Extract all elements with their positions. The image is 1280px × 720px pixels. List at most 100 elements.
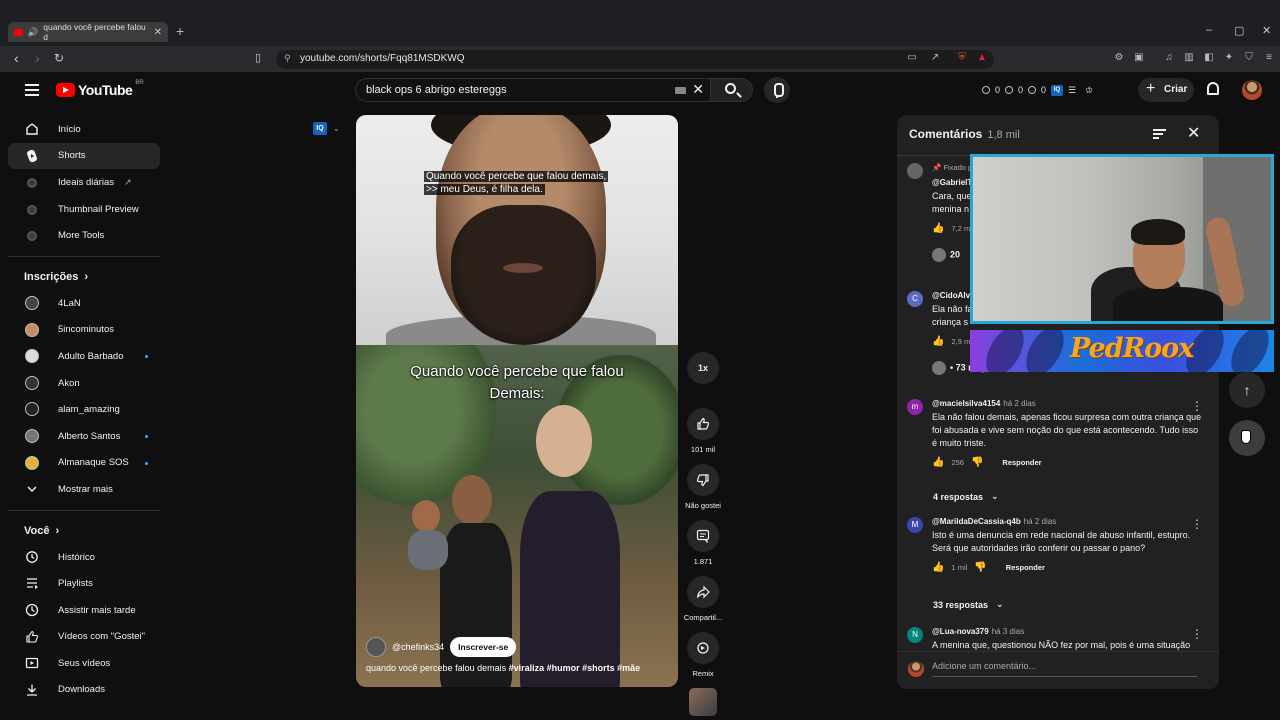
- music-icon[interactable]: ♫: [1163, 52, 1175, 64]
- sidebar-item-watch-later[interactable]: Assistir mais tarde: [8, 597, 160, 624]
- extension-1-icon[interactable]: ⚙: [1113, 52, 1125, 64]
- sidebar-item-channel[interactable]: 4LaN: [8, 290, 160, 317]
- comment-avatar[interactable]: N: [907, 627, 923, 643]
- site-info-icon[interactable]: ⚲: [284, 53, 291, 64]
- keyboard-icon[interactable]: [675, 87, 686, 94]
- sidebar-item-downloads[interactable]: Downloads: [8, 677, 160, 704]
- account-avatar[interactable]: [1242, 80, 1262, 100]
- you-heading[interactable]: Você ›: [8, 518, 160, 544]
- leo-icon[interactable]: ✦: [1223, 52, 1235, 64]
- show-more-button[interactable]: Mostrar mais: [8, 476, 160, 503]
- sidebar-item-more-tools[interactable]: More Tools: [8, 222, 160, 249]
- sidebar-item-liked[interactable]: Vídeos com "Gostei": [8, 624, 160, 651]
- notifications-bell-icon[interactable]: [1207, 82, 1219, 95]
- comments-button[interactable]: [687, 520, 719, 552]
- sidebar-item-channel[interactable]: Akon: [8, 370, 160, 397]
- sidebar-item-home[interactable]: Início: [8, 116, 160, 143]
- sort-icon[interactable]: [1153, 129, 1166, 139]
- sidebar-item-your-videos[interactable]: Seus vídeos: [8, 650, 160, 677]
- video-title[interactable]: quando você percebe falou demais #virali…: [366, 663, 666, 673]
- subscriptions-heading[interactable]: Inscrições ›: [8, 264, 160, 290]
- iq-badge[interactable]: IQ: [1051, 84, 1064, 96]
- cast-icon[interactable]: ▭: [906, 52, 918, 64]
- channel-avatar[interactable]: [366, 637, 386, 657]
- previous-short-button[interactable]: ↑: [1229, 372, 1265, 408]
- sidebar-item-playlists[interactable]: Playlists: [8, 570, 160, 597]
- browser-menu-icon[interactable]: ≡: [1263, 52, 1275, 64]
- sidebar-item-shorts[interactable]: Shorts: [8, 142, 160, 170]
- close-icon[interactable]: ✕: [1187, 123, 1200, 143]
- subscribe-button[interactable]: Inscrever-se: [450, 637, 517, 657]
- close-window-icon[interactable]: ✕: [1262, 24, 1271, 37]
- remix-button[interactable]: [687, 632, 719, 664]
- reload-icon[interactable]: ↻: [54, 51, 64, 65]
- iq-extension-toggle[interactable]: IQ ⌄: [313, 122, 340, 135]
- person-baby: [406, 500, 452, 570]
- bookmark-icon[interactable]: ▯: [255, 51, 261, 64]
- sidebar-item-channel[interactable]: Adulto Barbado: [8, 343, 160, 370]
- clear-search-icon[interactable]: ✕: [692, 81, 704, 98]
- youtube-logo[interactable]: YouTube BR: [56, 80, 144, 98]
- search-button[interactable]: [711, 78, 753, 102]
- dislike-icon[interactable]: 👎: [971, 457, 983, 468]
- filter-icon[interactable]: ☰: [1068, 85, 1076, 96]
- minimize-icon[interactable]: –: [1206, 24, 1212, 36]
- reply-button[interactable]: Responder: [1002, 458, 1041, 467]
- sidebar-item-channel[interactable]: alam_amazing: [8, 396, 160, 423]
- share-page-icon[interactable]: ↗: [929, 52, 941, 64]
- replies-toggle[interactable]: 33 respostas ⌄: [933, 599, 1004, 610]
- search-input[interactable]: black ops 6 abrigo estereggs ✕: [355, 78, 711, 102]
- sidebar-item-history[interactable]: Histórico: [8, 544, 160, 571]
- comment-author[interactable]: @Lua-nova379 há 3 dias: [932, 627, 1203, 636]
- sidebar-item-channel[interactable]: Almanaque SOS: [8, 450, 160, 477]
- playback-speed-button[interactable]: 1x: [687, 352, 719, 384]
- address-bar[interactable]: ⚲ youtube.com/shorts/Fqq81MSDKWQ: [276, 50, 994, 69]
- like-icon[interactable]: 👍: [932, 336, 944, 347]
- voice-search-icon[interactable]: [764, 77, 790, 103]
- like-icon[interactable]: 👍: [932, 223, 944, 234]
- sidebar-item-ideas[interactable]: Ideais diárias ↗: [8, 169, 160, 196]
- sidebar-item-channel[interactable]: 5incominutos: [8, 317, 160, 344]
- comment-menu-icon[interactable]: ⋮: [1191, 627, 1203, 641]
- shorts-video-player[interactable]: Quando você percebe que falou demais, >>…: [356, 115, 678, 687]
- maximize-icon[interactable]: ▢: [1234, 24, 1244, 37]
- comment-menu-icon[interactable]: ⋮: [1191, 517, 1203, 531]
- dislike-icon[interactable]: 👎: [974, 562, 986, 573]
- add-comment-input[interactable]: Adicione um comentário...: [932, 661, 1197, 677]
- comment-author[interactable]: @MarildaDeCassia-q4b há 2 dias: [932, 517, 1203, 526]
- share-button[interactable]: [687, 576, 719, 608]
- forward-icon[interactable]: ›: [35, 50, 40, 66]
- extension-2-icon[interactable]: ▣: [1133, 52, 1145, 64]
- back-icon[interactable]: ‹: [14, 50, 19, 66]
- create-button[interactable]: + Criar: [1138, 78, 1194, 102]
- dislike-button[interactable]: [687, 464, 719, 496]
- browser-tab[interactable]: 🔊 quando você percebe falou d ✕: [8, 22, 168, 42]
- audio-source-thumbnail[interactable]: [689, 688, 717, 716]
- video-hashtags[interactable]: #viraliza #humor #shorts #mãe: [509, 663, 641, 673]
- reply-button[interactable]: Responder: [1006, 563, 1045, 572]
- rewards-icon[interactable]: ▲: [976, 52, 988, 64]
- comment-avatar[interactable]: M: [907, 517, 923, 533]
- sidebar-item-thumbnail-preview[interactable]: Thumbnail Preview: [8, 196, 160, 223]
- comment-author[interactable]: @macielsilva4154 há 2 dias: [932, 399, 1203, 408]
- channel-name[interactable]: @chefinks34: [392, 642, 444, 652]
- replies-toggle[interactable]: 4 respostas ⌄: [933, 491, 999, 502]
- vpn-icon[interactable]: ⛉: [1243, 52, 1255, 64]
- trophy-icon[interactable]: ♔: [1085, 85, 1093, 96]
- wallet-icon[interactable]: ◧: [1203, 52, 1215, 64]
- comment-avatar[interactable]: [907, 163, 923, 179]
- like-icon[interactable]: 👍: [932, 457, 944, 468]
- sidebar-toggle-icon[interactable]: ▥: [1183, 52, 1195, 64]
- hamburger-menu-icon[interactable]: [25, 84, 39, 96]
- comment-avatar[interactable]: m: [907, 399, 923, 415]
- stats-extension[interactable]: 0 0 0 IQ ☰ ♔: [982, 80, 1122, 100]
- comment-avatar[interactable]: C: [907, 291, 923, 307]
- brave-shield-icon[interactable]: ⛨: [956, 52, 968, 64]
- sidebar-item-channel[interactable]: Alberto Santos: [8, 423, 160, 450]
- comment-menu-icon[interactable]: ⋮: [1191, 399, 1203, 413]
- like-icon[interactable]: 👍: [932, 562, 944, 573]
- new-tab-icon[interactable]: +: [176, 23, 184, 39]
- channel-name: 4LaN: [58, 297, 81, 309]
- like-button[interactable]: [687, 408, 719, 440]
- close-tab-icon[interactable]: ✕: [154, 27, 162, 38]
